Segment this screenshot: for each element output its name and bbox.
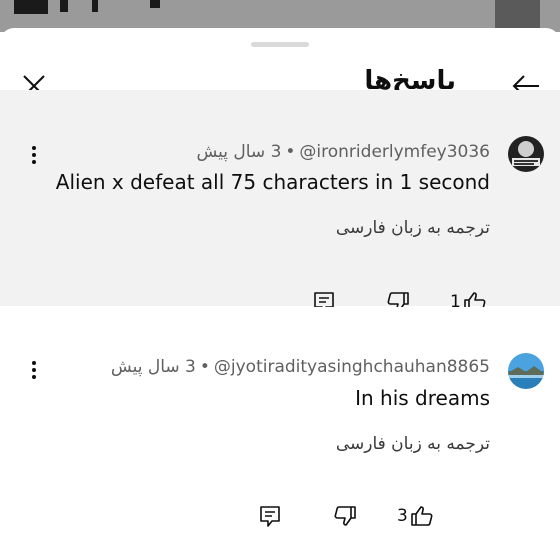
translate-link[interactable]: ترجمه به زبان فارسی (336, 434, 490, 454)
reply-comment: 3 سال پیش • @ironriderlymfey3036 Alien x… (0, 90, 560, 313)
more-options-button[interactable] (24, 143, 44, 167)
reply-button[interactable] (258, 502, 282, 530)
thumb-down-icon (334, 506, 356, 526)
comment-text: In his dreams (355, 386, 490, 410)
comment-actions: 3 (0, 502, 560, 530)
more-vert-icon (32, 146, 36, 164)
comment-author[interactable]: @ironriderlymfey3036 (299, 142, 490, 162)
comment-meta: 3 سال پیش • @ironriderlymfey3036 (196, 142, 490, 162)
meta-separator: • (199, 357, 210, 377)
background-figure (60, 0, 68, 12)
comment-meta: 3 سال پیش • @jyotiradityasinghchauhan886… (111, 357, 490, 377)
background-figure (150, 0, 160, 8)
background-figure (495, 0, 540, 30)
thumb-up-icon (411, 506, 433, 526)
drag-handle[interactable] (251, 42, 309, 47)
background-figure (14, 0, 48, 14)
comment-text: Alien x defeat all 75 characters in 1 se… (55, 170, 490, 194)
comment-author[interactable]: @jyotiradityasinghchauhan8865 (214, 357, 490, 377)
avatar[interactable] (508, 353, 544, 389)
like-count: 3 (397, 506, 408, 526)
more-options-button[interactable] (24, 358, 44, 382)
like-button[interactable]: 3 (397, 502, 434, 530)
dislike-button[interactable] (333, 502, 357, 530)
comment-reply-icon (260, 506, 280, 527)
avatar[interactable] (508, 136, 544, 172)
avatar-image (508, 136, 544, 172)
translate-link[interactable]: ترجمه به زبان فارسی (336, 218, 490, 238)
meta-separator: • (285, 142, 296, 162)
reply-comment: 3 سال پیش • @jyotiradityasinghchauhan886… (0, 307, 560, 532)
avatar-image (508, 353, 544, 389)
comment-time: 3 سال پیش (196, 142, 282, 162)
background-figure (92, 0, 98, 12)
more-vert-icon (32, 361, 36, 379)
comment-time: 3 سال پیش (110, 357, 196, 377)
